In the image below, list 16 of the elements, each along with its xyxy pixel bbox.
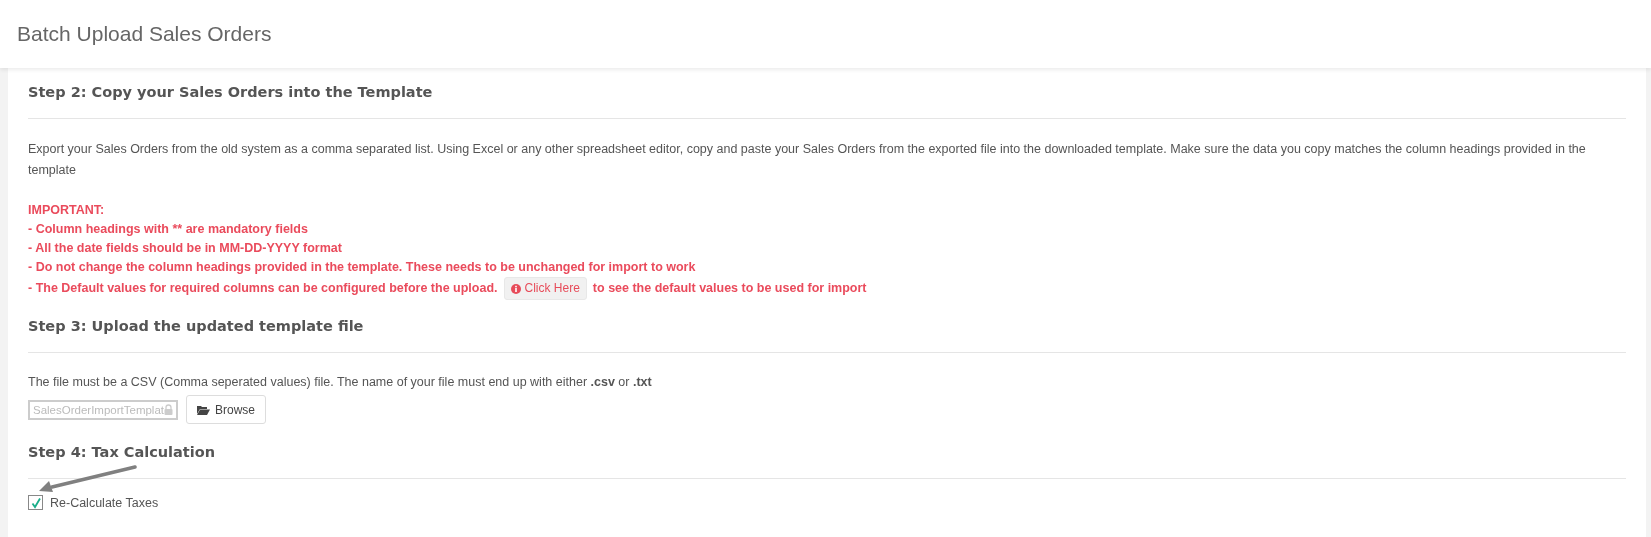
- file-field[interactable]: SalesOrderImportTemplat: [28, 399, 178, 420]
- rule-text: - The Default values for required columns can be configured before the upload.: [28, 280, 498, 297]
- rule-text: - All the date fields should be in MM-DD-YYYY format: [28, 240, 343, 257]
- section-heading: Step 4: Tax Calculation: [28, 443, 217, 462]
- important-label: IMPORTANT:: [28, 202, 106, 219]
- file-requirement-text: The file must be a CSV (Comma seperated values) file. The name of your file must end up with either .csv or .txt: [28, 374, 653, 391]
- rule-text: - Column headings with ** are mandatory fields: [28, 221, 309, 238]
- instructions-text: Export your Sales Orders from the old system as a comma separated list. Using Excel or any other spreadsheet editor, copy and paste your Sales Orders from the exported file into the downloaded template. Make sure the data you copy matches the column headings provided in the template: [28, 141, 1587, 179]
- click-here-button[interactable]: Click Here: [503, 277, 587, 300]
- section-heading: Step 2: Copy your Sales Orders into the Template: [28, 83, 434, 102]
- checkbox-label: Re-Calculate Taxes: [50, 495, 159, 510]
- page-title: Batch Upload Sales Orders: [17, 22, 272, 46]
- section-heading: Step 3: Upload the updated template file: [28, 317, 365, 336]
- browse-button[interactable]: Browse: [186, 395, 266, 424]
- rule-text: - Do not change the column headings provided in the template. These needs to be unchanged for import to work: [28, 259, 697, 276]
- rule-text: to see the default values to be used for import: [592, 280, 867, 297]
